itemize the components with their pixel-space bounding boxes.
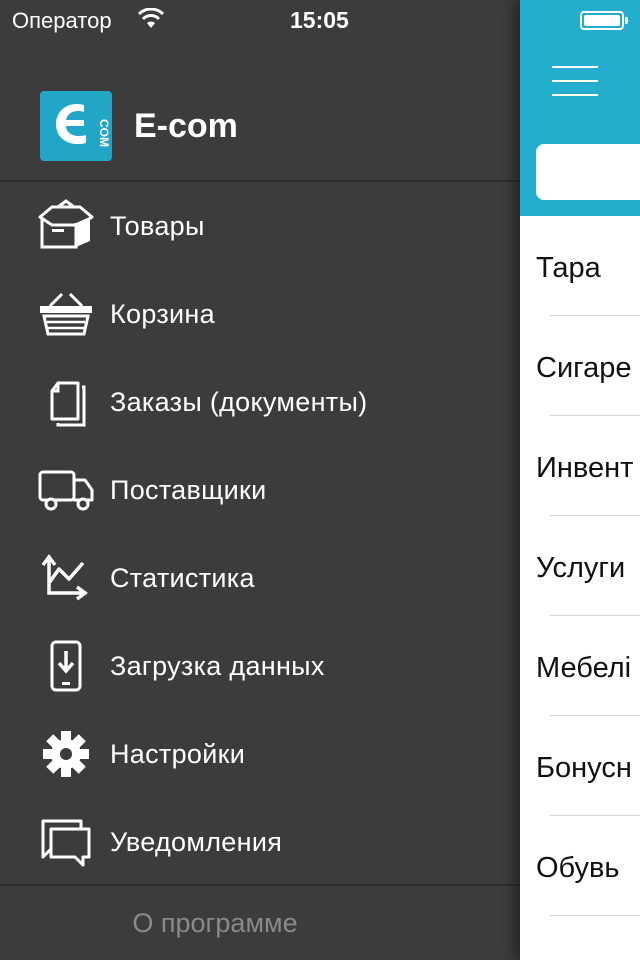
menu-label: Заказы (документы) bbox=[110, 386, 368, 417]
menu-label: Уведомления bbox=[110, 826, 283, 857]
chat-icon bbox=[36, 812, 96, 872]
menu-item-suppliers[interactable]: Поставщики bbox=[0, 446, 520, 534]
menu-item-orders[interactable]: Заказы (документы) bbox=[0, 358, 520, 446]
menu-item-notifications[interactable]: Уведомления bbox=[0, 798, 520, 886]
list-item[interactable]: Мебелі bbox=[520, 616, 640, 716]
menu-label: Корзина bbox=[110, 298, 215, 329]
menu-item-statistics[interactable]: Статистика bbox=[0, 534, 520, 622]
wifi-icon bbox=[138, 8, 164, 28]
hamburger-menu-icon[interactable] bbox=[552, 66, 598, 96]
chart-icon bbox=[36, 548, 96, 608]
side-drawer: COM E-com Товары Корзина Заказы (докумен… bbox=[0, 0, 520, 960]
goods-box-icon bbox=[36, 196, 96, 256]
app-name: E-com bbox=[134, 106, 238, 145]
list-item[interactable]: Сигаре bbox=[520, 316, 640, 416]
documents-icon bbox=[36, 372, 96, 432]
battery-icon bbox=[580, 11, 628, 30]
main-content-panel[interactable]: Тара Сигаре Инвент Услуги Мебелі Бонусн … bbox=[520, 0, 640, 960]
menu-label: Статистика bbox=[110, 562, 255, 593]
category-list: Тара Сигаре Инвент Услуги Мебелі Бонусн … bbox=[520, 216, 640, 916]
list-item[interactable]: Тара bbox=[520, 216, 640, 316]
phone-download-icon bbox=[36, 636, 96, 696]
menu-item-basket[interactable]: Корзина bbox=[0, 270, 520, 358]
app-logo: COM bbox=[40, 91, 112, 161]
menu-item-data-load[interactable]: Загрузка данных bbox=[0, 622, 520, 710]
menu-label: Настройки bbox=[110, 738, 246, 769]
carrier-label: Оператор bbox=[12, 8, 112, 33]
status-bar: Оператор 15:05 bbox=[0, 0, 640, 40]
svg-text:COM: COM bbox=[97, 119, 111, 147]
truck-icon bbox=[36, 460, 96, 520]
menu-label: Загрузка данных bbox=[110, 650, 325, 681]
list-item[interactable]: Бонусн bbox=[520, 716, 640, 816]
menu-label: Товары bbox=[110, 210, 205, 241]
menu-item-goods[interactable]: Товары bbox=[0, 182, 520, 270]
about-button[interactable]: О программе bbox=[0, 886, 430, 960]
app-brand: COM E-com bbox=[40, 90, 238, 162]
menu-label: Поставщики bbox=[110, 474, 267, 505]
search-input[interactable] bbox=[536, 144, 640, 200]
menu-item-settings[interactable]: Настройки bbox=[0, 710, 520, 798]
clock: 15:05 bbox=[290, 7, 349, 33]
list-item[interactable]: Инвент bbox=[520, 416, 640, 516]
list-item[interactable]: Обувь bbox=[520, 816, 640, 916]
list-item[interactable]: Услуги bbox=[520, 516, 640, 616]
basket-icon bbox=[36, 284, 96, 344]
gear-icon bbox=[36, 724, 96, 784]
drawer-menu: Товары Корзина Заказы (документы) Постав… bbox=[0, 182, 520, 886]
